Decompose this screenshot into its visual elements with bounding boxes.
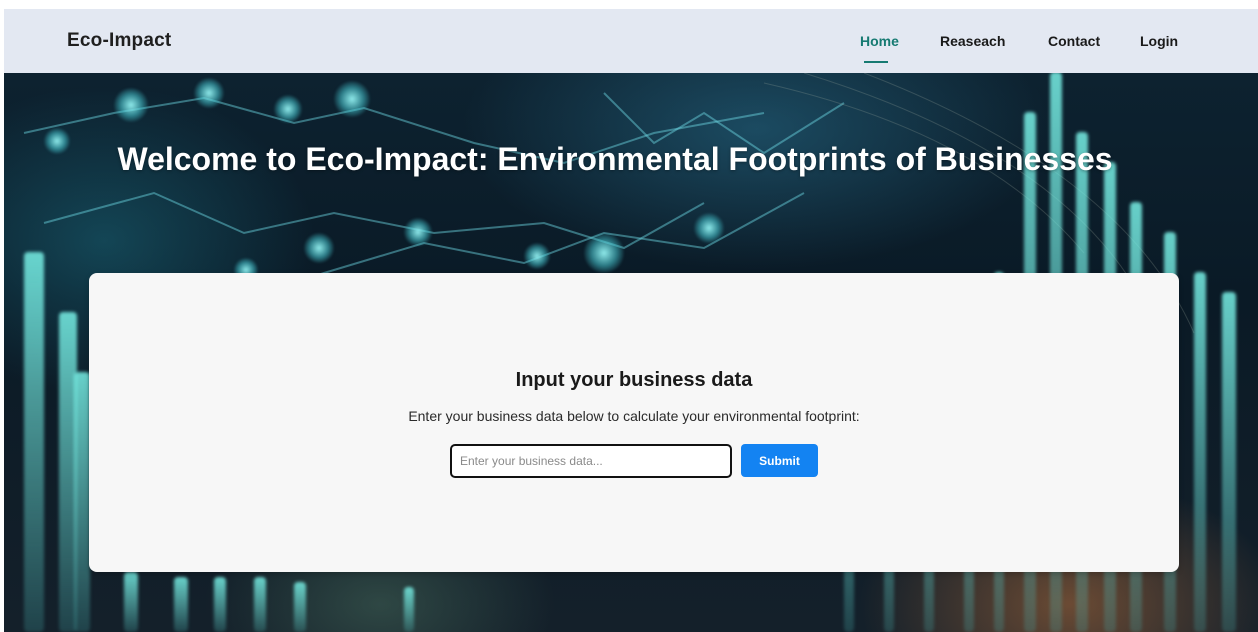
glow-bar bbox=[294, 582, 306, 632]
glow-dot bbox=[694, 213, 724, 243]
glow-dot bbox=[524, 243, 550, 269]
card-description: Enter your business data below to calcul… bbox=[408, 408, 860, 424]
glow-dot bbox=[404, 218, 432, 246]
nav-link-research[interactable]: Reaseach bbox=[940, 33, 1005, 49]
glow-dot bbox=[114, 88, 148, 122]
page: Eco-Impact Home Reaseach Contact Login W… bbox=[0, 0, 1258, 632]
business-data-input[interactable] bbox=[450, 444, 732, 478]
glow-bar bbox=[1194, 272, 1206, 632]
glow-bar bbox=[404, 587, 414, 632]
glow-dot bbox=[584, 233, 624, 273]
glow-bar bbox=[124, 572, 138, 632]
glow-bar bbox=[1222, 292, 1236, 632]
glow-bar bbox=[214, 577, 226, 632]
glow-dot bbox=[334, 81, 370, 117]
nav-link-contact[interactable]: Contact bbox=[1048, 33, 1100, 49]
glow-dot bbox=[304, 233, 334, 263]
top-navbar: Eco-Impact Home Reaseach Contact Login bbox=[4, 9, 1258, 73]
glow-bar bbox=[74, 372, 90, 632]
glow-dot bbox=[194, 78, 224, 108]
glow-bar bbox=[24, 252, 44, 632]
hero-title: Welcome to Eco-Impact: Environmental Foo… bbox=[117, 141, 1113, 177]
active-nav-underline bbox=[864, 61, 888, 63]
nav-links: Home Reaseach Contact Login bbox=[4, 33, 1258, 63]
glow-dot bbox=[274, 95, 302, 123]
card-title: Input your business data bbox=[515, 369, 753, 391]
glow-bar bbox=[174, 577, 188, 632]
nav-link-login[interactable]: Login bbox=[1140, 33, 1178, 49]
business-data-card: Input your business data Enter your busi… bbox=[89, 273, 1179, 572]
hero-section: Welcome to Eco-Impact: Environmental Foo… bbox=[4, 73, 1258, 632]
submit-button[interactable]: Submit bbox=[741, 444, 818, 477]
glow-bar bbox=[254, 577, 266, 632]
nav-link-home[interactable]: Home bbox=[860, 33, 899, 49]
